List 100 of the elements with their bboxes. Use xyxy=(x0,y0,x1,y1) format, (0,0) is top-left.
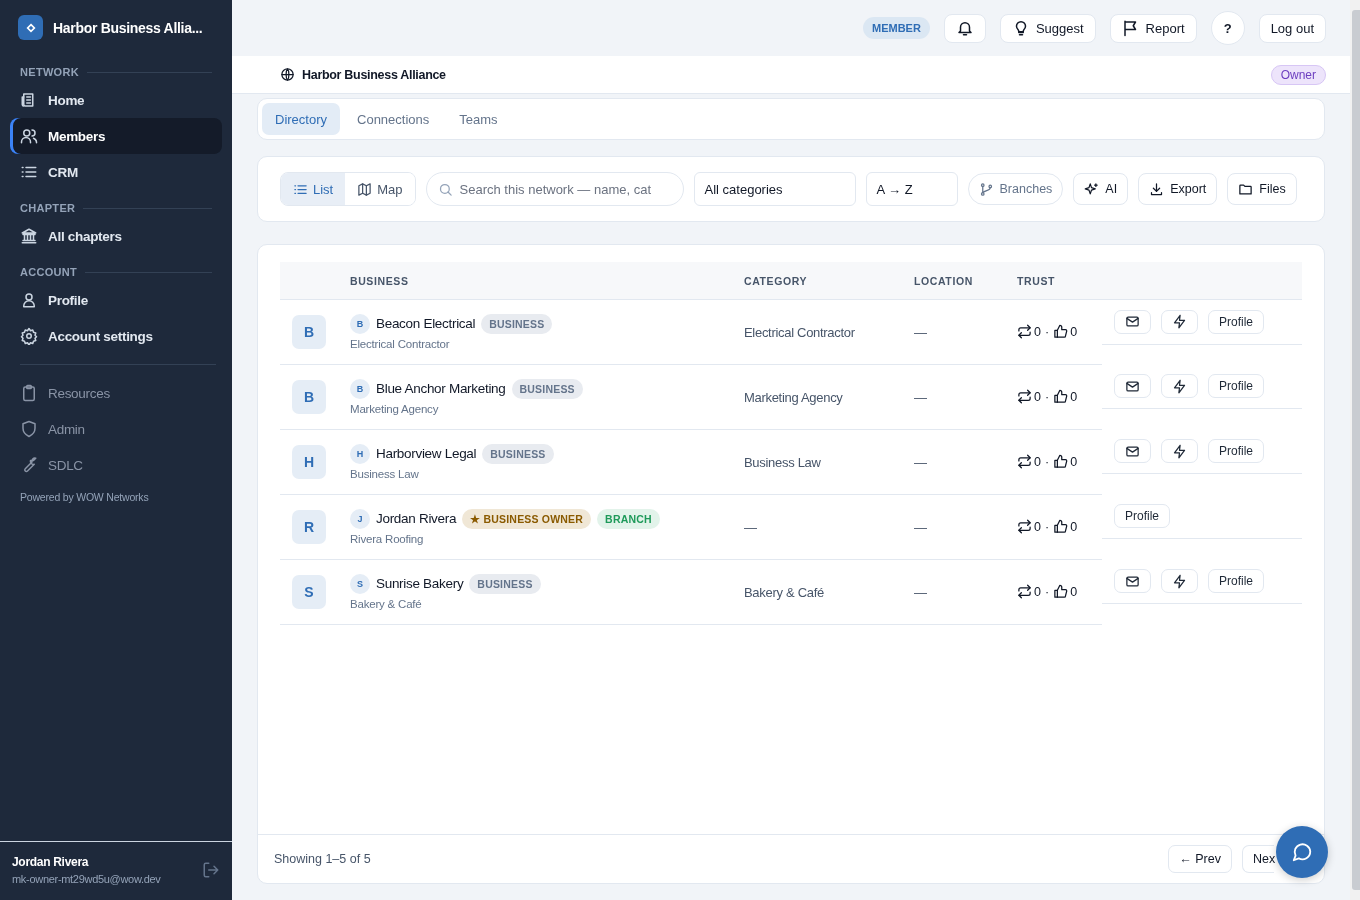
repost-count: 0 xyxy=(1034,519,1041,534)
profile-button[interactable]: Profile xyxy=(1208,374,1264,398)
thumbs-up-icon xyxy=(1053,584,1069,599)
mail-icon xyxy=(1125,314,1140,329)
like-count: 0 xyxy=(1070,324,1078,339)
location-cell: — xyxy=(914,584,927,600)
tab[interactable]: Directory xyxy=(262,103,340,135)
lightning-icon xyxy=(1172,443,1187,459)
owner-badge: ★ BUSINESS OWNER xyxy=(462,508,592,529)
network-name: Harbor Business Alliance xyxy=(302,67,446,82)
help-button[interactable]: ? xyxy=(1210,11,1245,45)
message-button[interactable] xyxy=(1114,569,1151,593)
logout-button[interactable]: Log out xyxy=(1258,13,1326,43)
export-button[interactable]: Export xyxy=(1138,173,1218,205)
quick-action-button[interactable] xyxy=(1161,439,1198,463)
suggest-button[interactable]: Suggest xyxy=(999,13,1096,43)
profile-button[interactable]: Profile xyxy=(1208,439,1264,463)
brand-name: Harbor Business Allia... xyxy=(53,19,203,36)
business-name[interactable]: Harborview Legal xyxy=(376,446,477,461)
like-count: 0 xyxy=(1070,519,1078,534)
category-select[interactable]: All categories xyxy=(693,172,856,206)
branch-icon xyxy=(978,181,994,197)
like-count: 0 xyxy=(1070,584,1078,599)
category-cell: — xyxy=(744,519,757,535)
profile-button[interactable]: Profile xyxy=(1208,309,1264,334)
avatar: R xyxy=(292,509,326,544)
chat-icon xyxy=(1291,841,1313,863)
avatar: B xyxy=(350,378,370,399)
search-icon xyxy=(437,182,453,197)
repost-count: 0 xyxy=(1034,389,1041,404)
sort-select[interactable]: A → Z xyxy=(865,172,958,206)
repost-count: 0 xyxy=(1034,324,1041,339)
profile-button[interactable]: Profile xyxy=(1208,569,1264,593)
location-cell: — xyxy=(914,519,927,535)
message-button[interactable] xyxy=(1114,439,1151,463)
settings-icon xyxy=(20,327,38,345)
section-heading: ACCOUNT xyxy=(20,266,78,278)
location-cell: — xyxy=(914,454,927,470)
separator-dot: · xyxy=(1044,584,1050,599)
separator-dot: · xyxy=(1044,519,1050,534)
mail-icon xyxy=(1125,573,1140,589)
repeat-icon xyxy=(1017,584,1032,599)
avatar: S xyxy=(292,574,326,609)
separator-dot: · xyxy=(1044,389,1050,404)
profile-button[interactable]: Profile xyxy=(1114,504,1170,528)
pagination-summary: Showing 1–5 of 5 xyxy=(274,852,371,866)
files-button[interactable]: Files xyxy=(1227,173,1297,205)
column-header: TRUST xyxy=(1017,275,1055,288)
like-count: 0 xyxy=(1070,389,1078,404)
tab[interactable]: Teams xyxy=(446,103,511,135)
sidebar-item[interactable]: Account settings xyxy=(10,318,222,354)
bell-icon xyxy=(955,19,974,37)
quick-action-button[interactable] xyxy=(1161,374,1198,398)
sidebar-item[interactable]: Members xyxy=(10,118,222,154)
sidebar-item[interactable]: Home xyxy=(10,82,222,118)
logo-icon xyxy=(18,15,43,40)
sidebar-item[interactable]: All chapters xyxy=(10,218,222,254)
sidebar-item[interactable]: Profile xyxy=(10,282,222,318)
repeat-icon xyxy=(1017,389,1032,404)
business-name[interactable]: Beacon Electrical xyxy=(376,316,476,331)
previous-page-button[interactable]: ← Prev xyxy=(1168,845,1232,873)
search-field[interactable]: Search this network — name, cat xyxy=(425,172,684,206)
bank-icon xyxy=(20,227,38,245)
location-cell: — xyxy=(914,324,927,340)
message-button[interactable] xyxy=(1114,374,1151,398)
tab[interactable]: Connections xyxy=(344,103,443,135)
scrollbar[interactable] xyxy=(1350,0,1360,900)
section-heading: CHAPTER xyxy=(20,202,76,214)
column-header: CATEGORY xyxy=(744,275,808,288)
business-name[interactable]: Jordan Rivera xyxy=(376,511,457,526)
avatar: H xyxy=(350,443,370,464)
business-subtitle: Business Law xyxy=(350,467,420,480)
lightning-icon xyxy=(1172,378,1187,394)
powered-by-text: Powered by WOW Networks xyxy=(19,490,150,505)
sidebar-item[interactable]: CRM xyxy=(10,154,222,190)
business-name[interactable]: Sunrise Bakery xyxy=(376,576,464,591)
repost-count: 0 xyxy=(1034,454,1041,469)
quick-action-button[interactable] xyxy=(1161,309,1198,334)
logout-button[interactable] xyxy=(202,861,220,879)
location-cell: — xyxy=(914,389,927,405)
avatar: B xyxy=(350,313,370,334)
separator-dot: · xyxy=(1044,324,1050,339)
business-name[interactable]: Blue Anchor Marketing xyxy=(376,381,506,396)
report-button[interactable]: Report xyxy=(1109,13,1197,43)
list-view-button[interactable]: List xyxy=(281,173,346,205)
column-header: BUSINESS xyxy=(350,275,409,288)
thumbs-up-icon xyxy=(1053,389,1069,404)
category-cell: Bakery & Café xyxy=(744,584,824,600)
user-email: mk-owner-mt29wd5u@wow.dev xyxy=(12,873,162,885)
ai-button[interactable]: AI xyxy=(1073,173,1129,205)
business-subtitle: Bakery & Café xyxy=(350,597,423,610)
business-subtitle: Marketing Agency xyxy=(350,402,440,415)
quick-action-button[interactable] xyxy=(1161,569,1198,593)
notifications-button[interactable] xyxy=(943,13,986,43)
message-button[interactable] xyxy=(1114,309,1151,334)
avatar: S xyxy=(350,573,370,594)
role-badge: MEMBER xyxy=(863,17,930,39)
mail-icon xyxy=(1125,378,1140,394)
next-page-button[interactable]: Nex xyxy=(1242,845,1274,873)
user-name: Jordan Rivera xyxy=(12,855,90,869)
